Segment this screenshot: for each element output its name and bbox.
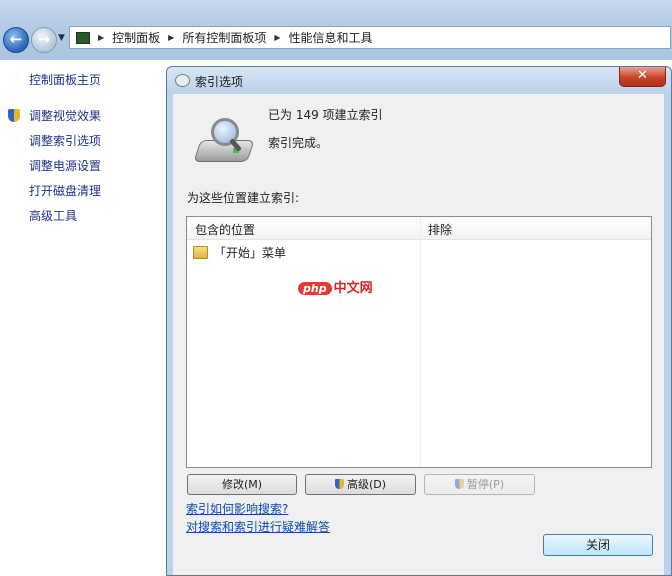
left-nav-pane: 控制面板主页 调整视觉效果 调整索引选项 调整电源设置 打开磁盘清理 高级工具 bbox=[0, 60, 166, 574]
column-header-included[interactable]: 包含的位置 bbox=[195, 221, 255, 238]
troubleshoot-search-link[interactable]: 对搜索和索引进行疑难解答 bbox=[186, 518, 330, 535]
chevron-right-icon[interactable]: ▶ bbox=[168, 33, 174, 42]
list-item-location: 「开始」菜单 bbox=[214, 245, 287, 260]
locations-list[interactable]: 包含的位置 排除 「开始」菜单 php 中文网 bbox=[186, 216, 652, 468]
nav-adjust-visual-effects[interactable]: 调整视觉效果 bbox=[29, 107, 101, 124]
dialog-title: 索引选项 bbox=[195, 75, 244, 89]
advanced-button[interactable]: 高级(D) bbox=[305, 474, 416, 495]
close-button[interactable]: 关闭 bbox=[543, 534, 653, 556]
column-divider bbox=[420, 217, 421, 467]
uac-shield-icon bbox=[334, 479, 344, 489]
chevron-right-icon[interactable]: ▶ bbox=[98, 33, 104, 42]
modify-button[interactable]: 修改(M) bbox=[187, 474, 297, 495]
advanced-button-label: 高级(D) bbox=[346, 478, 387, 491]
indexed-item-count: 已为 149 项建立索引 bbox=[268, 108, 383, 122]
address-bar[interactable]: ▶ 控制面板 ▶ 所有控制面板项 ▶ 性能信息和工具 bbox=[69, 26, 671, 49]
nav-open-disk-cleanup[interactable]: 打开磁盘清理 bbox=[29, 182, 101, 199]
list-item[interactable]: 「开始」菜单 bbox=[193, 243, 286, 261]
control-panel-home-link[interactable]: 控制面板主页 bbox=[29, 71, 101, 88]
dialog-body: 已为 149 项建立索引 索引完成。 为这些位置建立索引: 包含的位置 排除 「… bbox=[173, 94, 664, 575]
breadcrumb-performance-tools[interactable]: 性能信息和工具 bbox=[289, 29, 373, 46]
watermark: php 中文网 bbox=[298, 277, 373, 296]
indexing-drive-icon bbox=[193, 114, 255, 166]
forward-arrow-icon[interactable]: → bbox=[31, 27, 57, 53]
control-panel-icon bbox=[76, 31, 90, 44]
uac-shield-icon bbox=[8, 109, 20, 122]
breadcrumb-control-panel[interactable]: 控制面板 bbox=[112, 29, 160, 46]
folder-icon bbox=[193, 245, 208, 259]
dialog-title-bar[interactable]: 索引选项 ✕ bbox=[167, 67, 671, 92]
column-header-excluded[interactable]: 排除 bbox=[428, 221, 452, 238]
close-icon[interactable]: ✕ bbox=[619, 67, 666, 87]
nav-advanced-tools[interactable]: 高级工具 bbox=[29, 207, 77, 224]
watermark-text: 中文网 bbox=[333, 281, 373, 296]
how-indexing-affects-search-link[interactable]: 索引如何影响搜索? bbox=[186, 500, 288, 517]
pause-button-label: 暂停(P) bbox=[466, 478, 505, 491]
indexing-options-icon bbox=[175, 74, 190, 87]
watermark-badge: php bbox=[298, 282, 332, 295]
indexing-status: 索引完成。 bbox=[268, 136, 329, 150]
chevron-right-icon[interactable]: ▶ bbox=[274, 33, 280, 42]
nav-adjust-power-settings[interactable]: 调整电源设置 bbox=[29, 157, 101, 174]
pause-button[interactable]: 暂停(P) bbox=[424, 474, 535, 495]
locations-label: 为这些位置建立索引: bbox=[187, 191, 300, 205]
close-button-label: 关闭 bbox=[585, 538, 610, 552]
modify-button-label: 修改(M) bbox=[221, 478, 263, 491]
recent-pages-dropdown-icon[interactable]: ▼ bbox=[58, 33, 65, 43]
indexing-options-dialog: 索引选项 ✕ 已为 149 项建立索引 索引完成。 为这些位置建立索引: 包含的… bbox=[166, 66, 672, 576]
list-header: 包含的位置 排除 bbox=[187, 217, 651, 240]
uac-shield-icon bbox=[454, 479, 464, 489]
nav-adjust-indexing-options[interactable]: 调整索引选项 bbox=[29, 132, 101, 149]
breadcrumb-all-items[interactable]: 所有控制面板项 bbox=[182, 29, 266, 46]
explorer-title-bar: ← → ▼ ▶ 控制面板 ▶ 所有控制面板项 ▶ 性能信息和工具 bbox=[0, 0, 672, 60]
back-arrow-icon[interactable]: ← bbox=[3, 27, 29, 53]
